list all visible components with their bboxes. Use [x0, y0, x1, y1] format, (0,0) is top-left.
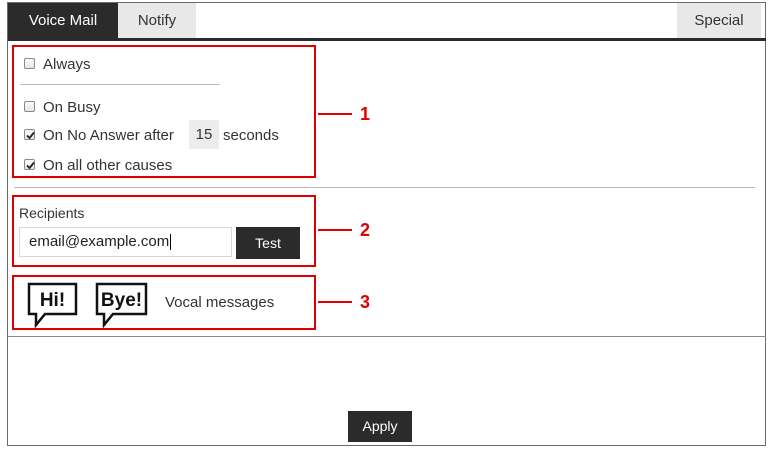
- tab-special[interactable]: Special: [677, 3, 761, 38]
- annotation-line-1: [318, 113, 352, 115]
- text-caret: [170, 234, 172, 251]
- on-busy-checkbox[interactable]: [24, 101, 35, 112]
- always-checkbox[interactable]: [24, 58, 35, 69]
- annotation-line-3: [318, 301, 352, 303]
- annotation-line-2: [318, 229, 352, 231]
- hi-speech-bubble-icon[interactable]: Hi!: [27, 282, 79, 328]
- checkmark-icon: [26, 161, 35, 170]
- recipients-label: Recipients: [19, 205, 85, 221]
- bye-text: Bye!: [101, 290, 142, 311]
- on-all-other-checkbox[interactable]: [24, 159, 35, 170]
- email-value: email@example.com: [29, 233, 170, 250]
- bye-speech-bubble-icon[interactable]: Bye!: [95, 282, 149, 328]
- tab-notify[interactable]: Notify: [118, 3, 196, 38]
- vocal-messages-label: Vocal messages: [165, 294, 275, 311]
- apply-button[interactable]: Apply: [348, 411, 412, 442]
- annotation-number-3: 3: [360, 292, 371, 312]
- always-label: Always: [43, 56, 91, 73]
- no-answer-seconds-input[interactable]: 15: [189, 120, 219, 149]
- annotation-number-1: 1: [360, 104, 371, 124]
- tab-bar-underline: [8, 38, 766, 41]
- seconds-label: seconds: [223, 127, 279, 144]
- section-divider: [14, 187, 755, 188]
- tab-voice-mail[interactable]: Voice Mail: [8, 3, 118, 38]
- test-button[interactable]: Test: [236, 227, 300, 259]
- bottom-divider: [8, 336, 766, 337]
- on-all-other-label: On all other causes: [43, 157, 173, 174]
- on-no-answer-label: On No Answer after: [43, 127, 174, 144]
- always-divider: [20, 84, 220, 85]
- annotation-number-2: 2: [360, 220, 371, 240]
- on-busy-label: On Busy: [43, 99, 101, 116]
- recipient-email-input[interactable]: email@example.com: [19, 227, 232, 257]
- hi-text: Hi!: [40, 290, 65, 311]
- checkmark-icon: [26, 131, 35, 140]
- on-no-answer-checkbox[interactable]: [24, 129, 35, 140]
